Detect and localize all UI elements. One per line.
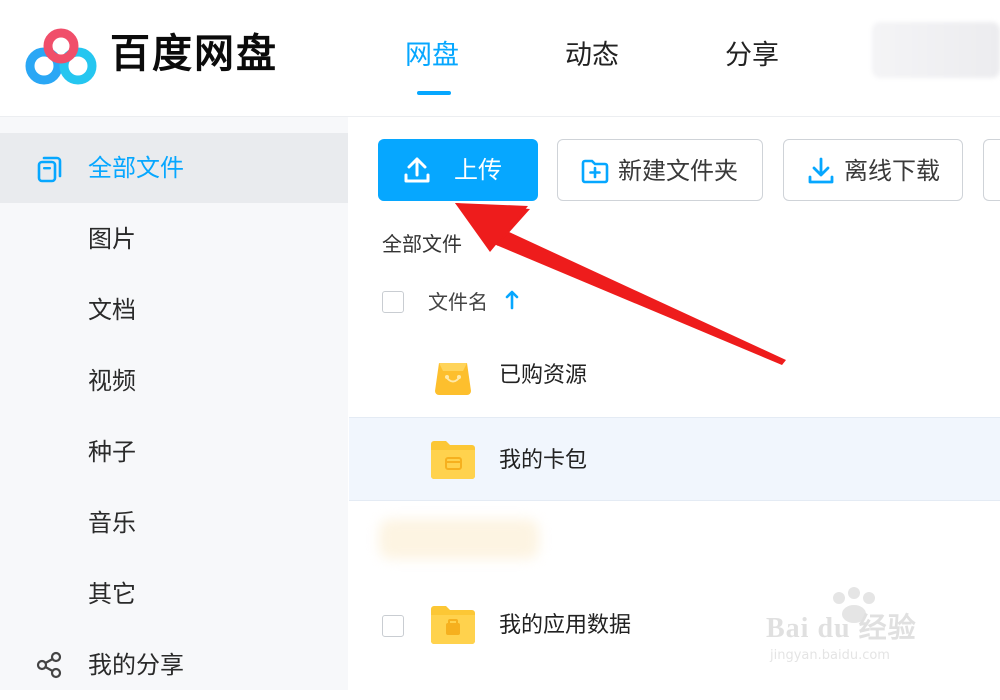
sidebar-item-torrents[interactable]: 种子: [0, 417, 348, 487]
sidebar-item-label: 全部文件: [88, 154, 184, 182]
select-all-checkbox[interactable]: [382, 291, 404, 313]
watermark-url: jingyan.baidu.com: [770, 648, 890, 663]
main-content: 上传 新建文件夹 离线下载 全部文件 文件名 已购资源 我的卡包 我的应用数据 …: [349, 117, 1000, 690]
offline-download-button[interactable]: 离线下载: [783, 139, 963, 201]
share-icon: [36, 651, 62, 679]
app-logo-text[interactable]: 百度网盘: [110, 26, 278, 82]
sidebar-item-images[interactable]: 图片: [0, 204, 348, 274]
sidebar-item-label: 视频: [88, 367, 136, 395]
all-files-icon: [37, 156, 62, 183]
sidebar-item-other[interactable]: 其它: [0, 559, 348, 629]
sidebar-item-label: 种子: [88, 438, 136, 466]
offline-download-button-label: 离线下载: [844, 157, 940, 185]
top-header: 百度网盘 网盘 动态 分享: [0, 0, 1000, 117]
folder-app-data-icon: [431, 606, 475, 644]
sidebar-item-label: 文档: [88, 296, 136, 324]
upload-icon: [404, 157, 430, 183]
tab-share[interactable]: 分享: [725, 36, 779, 76]
sidebar-item-label: 其它: [88, 580, 136, 608]
sidebar: 全部文件 图片 文档 视频 种子 音乐 其它 我的分享: [0, 117, 348, 690]
new-folder-icon: [581, 159, 609, 184]
tab-netdisk[interactable]: 网盘: [405, 36, 459, 76]
sidebar-item-label: 音乐: [88, 509, 136, 537]
column-header-filename[interactable]: 文件名: [428, 287, 488, 317]
watermark-text: Bai du 经验: [766, 613, 917, 644]
sort-ascending-icon[interactable]: [505, 289, 519, 311]
upload-button-label: 上传: [454, 156, 502, 184]
blurred-file-row: [379, 519, 539, 559]
file-name[interactable]: 我的卡包: [499, 444, 587, 478]
purchased-bag-icon: [435, 363, 471, 395]
file-row-card-wallet[interactable]: 我的卡包: [349, 417, 1000, 501]
sidebar-item-label: 我的分享: [88, 651, 184, 679]
active-tab-indicator: [417, 91, 451, 95]
sidebar-item-label: 图片: [88, 225, 136, 253]
sidebar-item-videos[interactable]: 视频: [0, 346, 348, 416]
baidu-netdisk-logo-icon[interactable]: [24, 28, 98, 86]
tab-activity[interactable]: 动态: [565, 36, 619, 76]
file-row-purchased[interactable]: 已购资源: [349, 335, 1000, 417]
sidebar-item-music[interactable]: 音乐: [0, 488, 348, 558]
folder-wallet-icon: [431, 441, 475, 479]
sidebar-item-documents[interactable]: 文档: [0, 275, 348, 345]
new-folder-button[interactable]: 新建文件夹: [557, 139, 763, 201]
baidu-jingyan-watermark: Bai du 经验 jingyan.baidu.com: [760, 586, 960, 670]
download-icon: [808, 157, 834, 184]
upload-button[interactable]: 上传: [378, 139, 538, 201]
blurred-user-area: [872, 22, 1000, 78]
sidebar-item-all-files[interactable]: 全部文件: [0, 133, 348, 203]
new-folder-button-label: 新建文件夹: [618, 157, 738, 185]
row-checkbox[interactable]: [382, 615, 404, 637]
file-name[interactable]: 我的应用数据: [499, 609, 631, 643]
file-name[interactable]: 已购资源: [499, 359, 587, 393]
more-actions-button[interactable]: [983, 139, 1000, 201]
breadcrumb[interactable]: 全部文件: [382, 229, 462, 259]
